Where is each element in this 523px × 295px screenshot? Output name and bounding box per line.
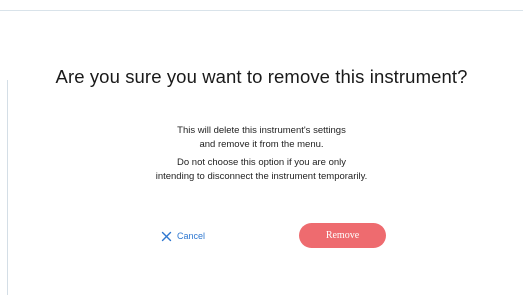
top-divider: [0, 10, 523, 11]
left-divider: [7, 80, 8, 295]
message-line-1: This will delete this instrument's setti…: [177, 125, 346, 136]
remove-instrument-dialog: Are you sure you want to remove this ins…: [0, 0, 523, 295]
close-icon: [161, 231, 172, 242]
message-line-3: Do not choose this option if you are onl…: [177, 157, 346, 168]
message-line-2: and remove it from the menu.: [199, 139, 324, 150]
message-line-4: intending to disconnect the instrument t…: [155, 171, 368, 182]
remove-label: Remove: [325, 230, 360, 241]
dialog-title: Are you sure you want to remove this ins…: [55, 66, 468, 87]
cancel-button[interactable]: Cancel: [161, 229, 205, 243]
cancel-label: Cancel: [177, 231, 206, 241]
remove-button[interactable]: Remove: [299, 223, 386, 248]
